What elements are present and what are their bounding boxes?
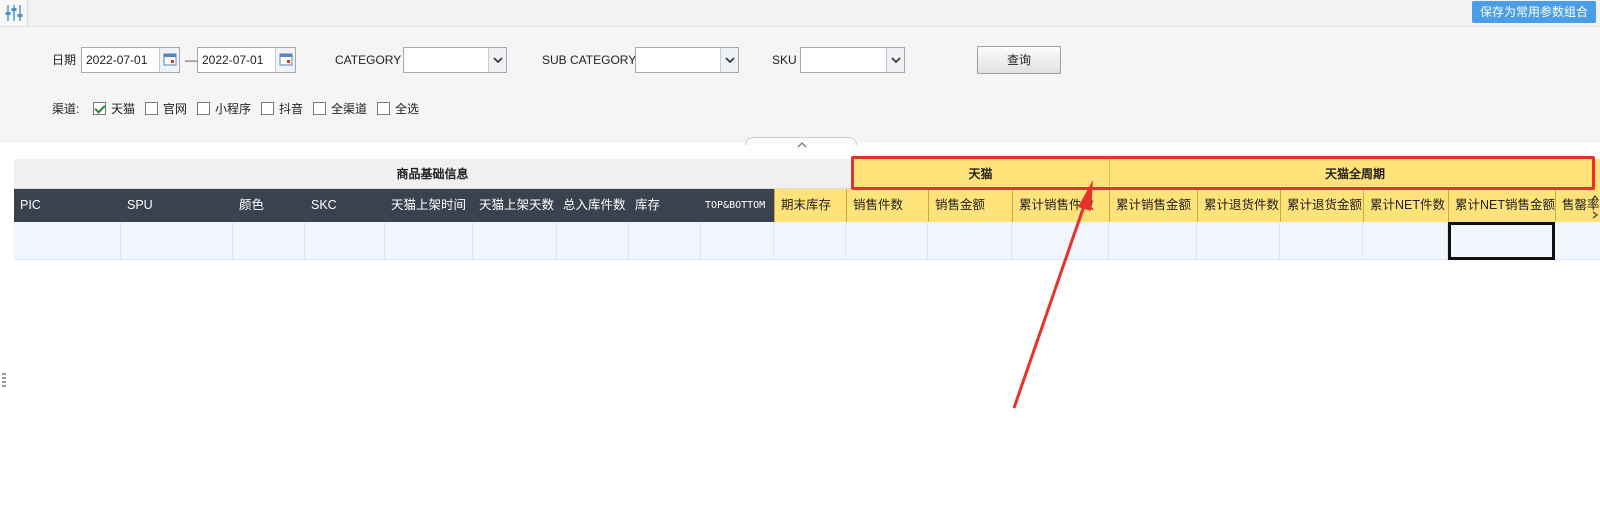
date-label: 日期 [52,53,77,67]
table-cell[interactable] [846,222,928,260]
table-cell[interactable] [385,222,473,260]
table-cell[interactable] [557,222,629,260]
channel-label-miniprogram: 小程序 [215,102,252,116]
table-row[interactable] [14,222,1600,260]
table-cell[interactable] [14,222,121,260]
channel-checkbox-official[interactable] [145,102,158,115]
resize-grip-icon[interactable] [2,373,6,387]
calendar-icon[interactable] [275,48,295,72]
column-header-top-bottom[interactable]: TOP&BOTTOM [701,189,774,222]
column-header-cum-net-qty[interactable]: 累计NET件数 [1363,189,1448,222]
column-header-sales-qty[interactable]: 销售件数 [846,189,928,222]
chevron-down-icon[interactable] [488,48,506,72]
date-from-input[interactable]: 2022-07-01 [81,47,180,73]
table-header-row: PIC SPU 颜色 SKC 天猫上架时间 天猫上架天数 总入库件数 库存 TO… [14,189,1600,222]
column-header-skc[interactable]: SKC [305,189,385,222]
date-separator: — [185,53,197,67]
chevron-down-icon[interactable] [720,48,738,72]
column-header-sales-amount[interactable]: 销售金额 [928,189,1012,222]
filter-panel [0,27,1600,143]
column-header-cum-return-qty[interactable]: 累计退货件数 [1197,189,1280,222]
date-from-value: 2022-07-01 [86,53,148,67]
category-label: CATEGORY [335,53,402,67]
channel-checkbox-miniprogram[interactable] [197,102,210,115]
scroll-right-icon[interactable] [1590,210,1600,220]
highlight-box [851,156,1595,190]
chevron-down-icon[interactable] [886,48,904,72]
column-header-cum-sales-qty[interactable]: 累计销售件数 [1012,189,1109,222]
channel-checkbox-tmall[interactable] [93,102,106,115]
column-header-spu[interactable]: SPU [121,189,233,222]
column-header-color[interactable]: 颜色 [233,189,305,222]
top-toolbar: 保存为常用参数组合 [0,0,1600,27]
column-header-pic[interactable]: PIC [14,189,121,222]
channel-label-all-channels: 全渠道 [331,102,368,116]
collapse-panel-handle[interactable] [745,137,857,148]
table-cell[interactable] [121,222,233,260]
table-cell[interactable] [701,222,774,260]
sku-label: SKU [772,53,797,67]
channel-checkbox-all-channels[interactable] [313,102,326,115]
table-cell[interactable] [774,222,846,260]
column-header-stock[interactable]: 库存 [629,189,701,222]
save-param-combo-button[interactable]: 保存为常用参数组合 [1471,1,1596,23]
table-cell[interactable] [629,222,701,260]
subcategory-label: SUB CATEGORY [542,53,637,67]
selected-table-cell[interactable] [1448,222,1555,260]
category-select[interactable] [403,47,507,73]
calendar-icon[interactable] [159,48,179,72]
subcategory-select[interactable] [635,47,739,73]
channel-label-select-all: 全选 [395,102,420,116]
sliders-icon[interactable] [0,0,28,26]
channel-label-official: 官网 [163,102,188,116]
column-header-cum-net-sales-amount[interactable]: 累计NET销售金额 [1448,189,1555,222]
scroll-up-icon[interactable] [1590,193,1600,203]
table-cell[interactable] [1280,222,1363,260]
channel-label-tmall: 天猫 [111,102,136,116]
column-header-ending-stock[interactable]: 期末库存 [774,189,846,222]
table-cell[interactable] [233,222,305,260]
sku-select[interactable] [800,47,905,73]
date-to-input[interactable]: 2022-07-01 [197,47,296,73]
table-cell[interactable] [305,222,385,260]
table-cell[interactable] [1197,222,1280,260]
column-header-tmall-listing-time[interactable]: 天猫上架时间 [385,189,473,222]
table-cell[interactable] [928,222,1012,260]
column-header-tmall-listing-days[interactable]: 天猫上架天数 [473,189,557,222]
column-header-cum-sales-amount[interactable]: 累计销售金额 [1109,189,1197,222]
column-header-total-inbound[interactable]: 总入库件数 [557,189,629,222]
table-cell[interactable] [1363,222,1448,260]
channel-checkbox-select-all[interactable] [377,102,390,115]
date-to-value: 2022-07-01 [202,53,264,67]
column-header-cum-return-amount[interactable]: 累计退货金额 [1280,189,1363,222]
table-cell[interactable] [473,222,557,260]
table-cell[interactable] [1012,222,1109,260]
table-cell[interactable] [1109,222,1197,260]
query-button[interactable]: 查询 [977,46,1061,74]
channel-checkbox-douyin[interactable] [261,102,274,115]
channel-label-douyin: 抖音 [279,102,304,116]
channel-label: 渠道: [52,102,80,116]
group-basic-info: 商品基础信息 [14,159,851,189]
